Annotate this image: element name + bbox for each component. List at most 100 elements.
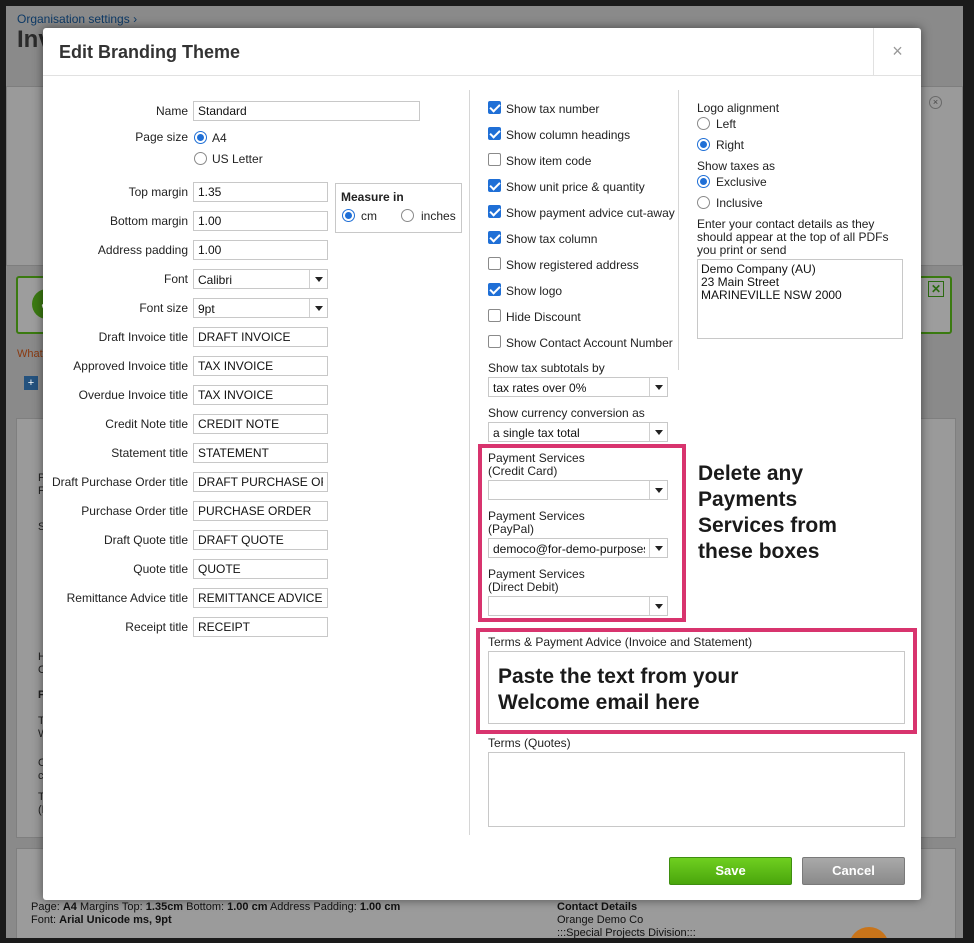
chevron-down-icon (309, 270, 327, 288)
taxes-exclusive-radio[interactable] (697, 175, 710, 188)
draft-quote-title-input[interactable] (193, 530, 328, 550)
draft-invoice-title-label: Draft Invoice title (98, 330, 188, 344)
receipt-title-label: Receipt title (125, 620, 188, 634)
top-margin-input[interactable] (193, 182, 328, 202)
breadcrumb[interactable]: Organisation settings › (17, 12, 137, 26)
credit-note-title-input[interactable] (193, 414, 328, 434)
show-registered-address-label: Show registered address (506, 258, 639, 272)
measure-in-title: Measure in (341, 190, 404, 204)
overdue-invoice-title-label: Overdue Invoice title (78, 388, 188, 402)
cancel-button[interactable]: Cancel (802, 857, 905, 885)
show-item-code-checkbox[interactable] (488, 153, 501, 166)
tax-subtotals-label: Show tax subtotals by (488, 361, 605, 375)
taxes-inclusive-radio[interactable] (697, 196, 710, 209)
draft-invoice-title-input[interactable] (193, 327, 328, 347)
approved-invoice-title-label: Approved Invoice title (73, 359, 188, 373)
measure-cm-radio[interactable] (342, 209, 355, 222)
font-size-label: Font size (139, 301, 188, 315)
receipt-title-input[interactable] (193, 617, 328, 637)
show-unit-price-checkbox[interactable] (488, 179, 501, 192)
chevron-down-icon (309, 299, 327, 317)
measure-inches-radio[interactable] (401, 209, 414, 222)
currency-conversion-label: Show currency conversion as (488, 406, 645, 420)
approved-invoice-title-input[interactable] (193, 356, 328, 376)
page-size-us-letter-radio[interactable] (194, 152, 207, 165)
terms-quotes-label: Terms (Quotes) (488, 736, 571, 750)
logo-left-radio[interactable] (697, 117, 710, 130)
contact-line: :::Special Projects Division::: (557, 927, 696, 938)
logo-right-radio[interactable] (697, 138, 710, 151)
show-contact-account-number-checkbox[interactable] (488, 335, 501, 348)
tax-subtotals-select[interactable]: tax rates over 0% (488, 377, 668, 397)
show-registered-address-checkbox[interactable] (488, 257, 501, 270)
remittance-advice-title-label: Remittance Advice title (66, 591, 188, 605)
hide-discount-checkbox[interactable] (488, 309, 501, 322)
show-tax-number-checkbox[interactable] (488, 101, 501, 114)
draft-purchase-order-title-label: Draft Purchase Order title (51, 475, 188, 489)
top-margin-label: Top margin (128, 185, 188, 199)
background-link[interactable]: What (17, 348, 43, 360)
card-font-line: Font: Arial Unicode ms, 9pt (31, 914, 172, 926)
show-tax-column-checkbox[interactable] (488, 231, 501, 244)
measure-cm-label: cm (361, 209, 377, 223)
chevron-down-icon (649, 378, 667, 396)
column-divider (469, 90, 470, 835)
taxes-exclusive-label: Exclusive (716, 175, 767, 189)
show-unit-price-label: Show unit price & quantity (506, 180, 645, 194)
contact-details-label: Enter your contact details as they shoul… (697, 217, 889, 257)
page-size-a4-radio[interactable] (194, 131, 207, 144)
add-icon[interactable]: + (24, 376, 38, 390)
font-select[interactable]: Calibri (193, 269, 328, 289)
dismiss-icon[interactable]: ✕ (928, 281, 944, 297)
font-label: Font (163, 272, 188, 286)
address-padding-input[interactable] (193, 240, 328, 260)
show-payment-advice-checkbox[interactable] (488, 205, 501, 218)
dialog-title: Edit Branding Theme (59, 42, 241, 62)
payments-instruction-note: Delete any Payments Services from these … (698, 462, 837, 563)
show-logo-label: Show logo (506, 284, 563, 298)
contact-details-textarea[interactable]: Demo Company (AU) 23 Main Street MARINEV… (697, 259, 903, 339)
currency-conversion-select[interactable]: a single tax total (488, 422, 668, 442)
column-divider (678, 90, 679, 370)
edit-branding-theme-dialog: Edit Branding Theme × Name Page size A4 … (43, 28, 921, 900)
page-size-us-letter-label: US Letter (212, 152, 263, 166)
measure-inches-label: inches (421, 209, 456, 223)
close-icon[interactable]: × (929, 96, 942, 109)
statement-title-label: Statement title (111, 446, 188, 460)
show-logo-checkbox[interactable] (488, 283, 501, 296)
show-item-code-label: Show item code (506, 154, 592, 168)
contact-line: Orange Demo Co (557, 914, 644, 926)
address-padding-label: Address padding (97, 243, 188, 257)
terms-quotes-textarea[interactable] (488, 752, 905, 827)
logo-right-label: Right (716, 138, 745, 152)
font-size-select[interactable]: 9pt (193, 298, 328, 318)
quote-title-input[interactable] (193, 559, 328, 579)
show-tax-column-label: Show tax column (506, 232, 598, 246)
page-size-label: Page size (135, 130, 188, 144)
close-icon[interactable]: × (873, 28, 921, 76)
quote-title-label: Quote title (133, 562, 188, 576)
purchase-order-title-input[interactable] (193, 501, 328, 521)
show-column-headings-label: Show column headings (506, 128, 631, 142)
show-column-headings-checkbox[interactable] (488, 127, 501, 140)
statement-title-input[interactable] (193, 443, 328, 463)
page-size-a4-label: A4 (212, 131, 227, 145)
show-payment-advice-label: Show payment advice cut-away (506, 206, 675, 220)
bottom-margin-label: Bottom margin (109, 214, 188, 228)
orange-logo-image (849, 927, 889, 938)
overdue-invoice-title-input[interactable] (193, 385, 328, 405)
payment-services-highlight (478, 444, 686, 622)
draft-purchase-order-title-input[interactable] (193, 472, 328, 492)
name-input[interactable] (193, 101, 420, 121)
chevron-down-icon (649, 423, 667, 441)
save-button[interactable]: Save (669, 857, 792, 885)
bottom-margin-input[interactable] (193, 211, 328, 231)
draft-quote-title-label: Draft Quote title (103, 533, 188, 547)
show-tax-number-label: Show tax number (506, 102, 600, 116)
taxes-inclusive-label: Inclusive (716, 196, 763, 210)
card-summary-line: Page: A4 Margins Top: 1.35cm Bottom: 1.0… (31, 901, 401, 913)
name-label: Name (155, 104, 188, 118)
remittance-advice-title-input[interactable] (193, 588, 328, 608)
show-taxes-as-label: Show taxes as (697, 159, 776, 173)
logo-alignment-label: Logo alignment (697, 101, 780, 115)
